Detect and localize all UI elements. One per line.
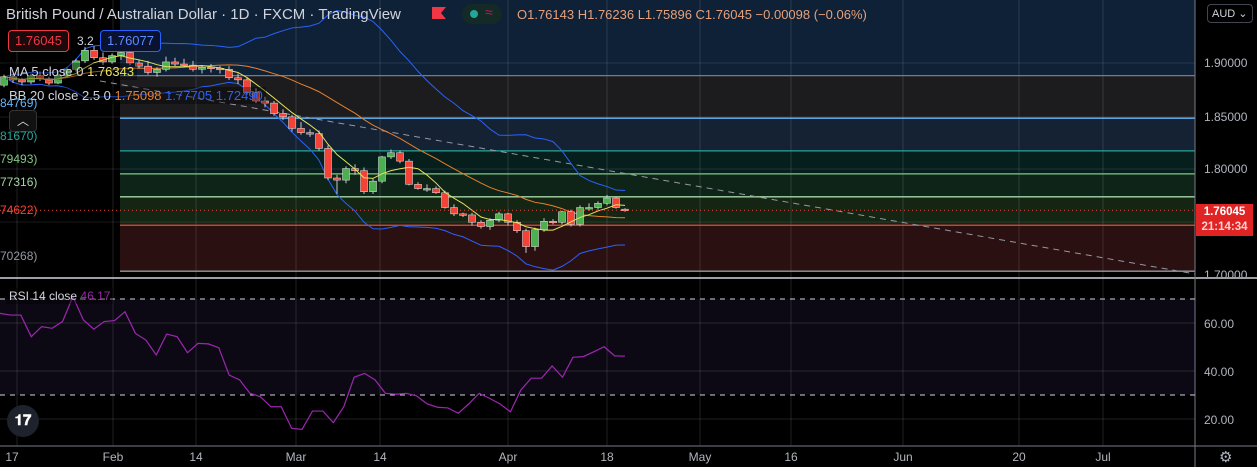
rsi-legend[interactable]: RSI 14 close 46.17 [6,288,114,304]
candle-body [81,50,89,62]
chart-title: British Pound / Australian Dollar · 1D ·… [6,6,401,23]
candle-body [522,230,530,247]
time-tick: May [688,450,712,464]
fib-zone [120,150,1195,174]
fib-level-label: (1.81670) [0,128,38,143]
fib-level-label: (1.74622) [0,203,38,218]
candle-body [279,113,287,118]
price-tick: 1.90000 [1204,56,1248,70]
time-tick: Jun [893,450,913,464]
candle-body [324,148,332,179]
time-tick: Mar [285,450,307,464]
fib-level-label: (1.79493) [0,151,38,166]
bb-upper-value: 1.77705 [165,88,213,103]
candle-body [594,203,602,208]
candle-body [387,152,395,158]
candle-body [477,222,485,227]
last-price-badge: 1.76045 21:14:34 [1196,204,1253,236]
candle-body [369,180,377,192]
candle-body [405,160,413,185]
spread-value: 3.2 [77,34,94,48]
candle-body [153,69,161,73]
fib-level-label: (1.77316) [0,174,38,189]
buy-button[interactable]: 1.76077 [100,30,161,52]
time-tick: Feb [102,450,124,464]
time-tick: 14 [373,450,387,464]
ma-label: MA 5 close 0 [9,64,84,79]
candle-body [297,128,305,133]
time-tick: Apr [498,450,518,464]
fib-zone [120,118,1195,151]
fib-zone [120,225,1195,272]
chevron-up-icon: ︿ [16,114,29,128]
rsi-value: 46.17 [80,289,111,303]
candle-body [360,170,368,192]
price-tick: 1.80000 [1204,162,1248,176]
fib-zone [120,196,1195,226]
candle-body [414,184,422,189]
candle-body [198,66,206,70]
candle-body [549,221,557,223]
candle-body [90,50,98,58]
candle-body [603,197,611,204]
candle-body [468,214,476,223]
price-tick: 1.85000 [1204,110,1248,124]
chart-canvas[interactable] [0,0,1257,467]
chevron-down-icon: ⌄ [1238,8,1248,20]
fib-zone [120,75,1195,119]
settings-gear-icon[interactable]: ⚙ [1219,448,1232,466]
candle-body [18,79,26,83]
candle-body [567,211,575,225]
flag-icon[interactable] [430,6,448,20]
candle-body [531,229,539,247]
price-tick: 1.70000 [1204,268,1248,277]
candle-body [486,219,494,227]
candle-body [432,188,440,194]
candle-body [585,207,593,210]
candle-body [396,152,404,162]
bb-lower-value: 1.72490 [215,88,263,103]
candle-body [144,65,152,73]
candle-body [288,116,296,129]
candle-body [459,213,467,216]
candle-body [171,61,179,65]
ohlc-readout: O1.76143 H1.76236 L1.75896 C1.76045 −0.0… [517,7,867,22]
candle-body [180,63,188,66]
candle-body [441,192,449,208]
ma-value: 1.76343 [87,64,135,79]
time-tick: 18 [600,450,614,464]
candle-body [270,102,278,114]
time-tick: 14 [189,450,203,464]
time-tick: 17 [5,450,19,464]
currency-select[interactable]: AUD ⌄ [1207,4,1253,23]
candle-body [423,188,431,191]
candle-body [342,168,350,181]
candle-body [540,221,548,230]
candle-body [234,77,242,81]
rsi-tick: 60.00 [1204,317,1235,331]
candle-body [378,156,386,182]
fib-zone [120,173,1195,197]
rsi-tick: 40.00 [1204,365,1235,379]
bar-countdown: 21:14:34 [1201,221,1248,233]
rsi-band [0,299,1195,395]
time-tick: Jul [1095,450,1111,464]
tradingview-logo[interactable]: 𝟏𝟕 [7,405,39,437]
bb-basis-value: 1.75098 [114,88,162,103]
rsi-label: RSI 14 close [9,289,78,303]
time-tick: 20 [1012,450,1026,464]
time-tick: 16 [784,450,798,464]
candle-body [333,177,341,181]
market-status-icon[interactable]: ≈ [462,4,502,24]
fib-level-label: (1.70268) [0,249,38,264]
candle-body [558,211,566,223]
fib-level-label: (1.84769) [0,96,38,111]
bb-legend[interactable]: BB 20 close 2.5 0 1.75098 1.77705 1.7249… [6,87,266,104]
candle-body [306,132,314,135]
rsi-tick: 20.00 [1204,413,1235,427]
ma-legend[interactable]: MA 5 close 0 1.76343 [6,63,138,80]
currency-label: AUD [1212,8,1236,20]
last-price: 1.76045 [1203,206,1246,218]
sell-button[interactable]: 1.76045 [8,30,69,52]
